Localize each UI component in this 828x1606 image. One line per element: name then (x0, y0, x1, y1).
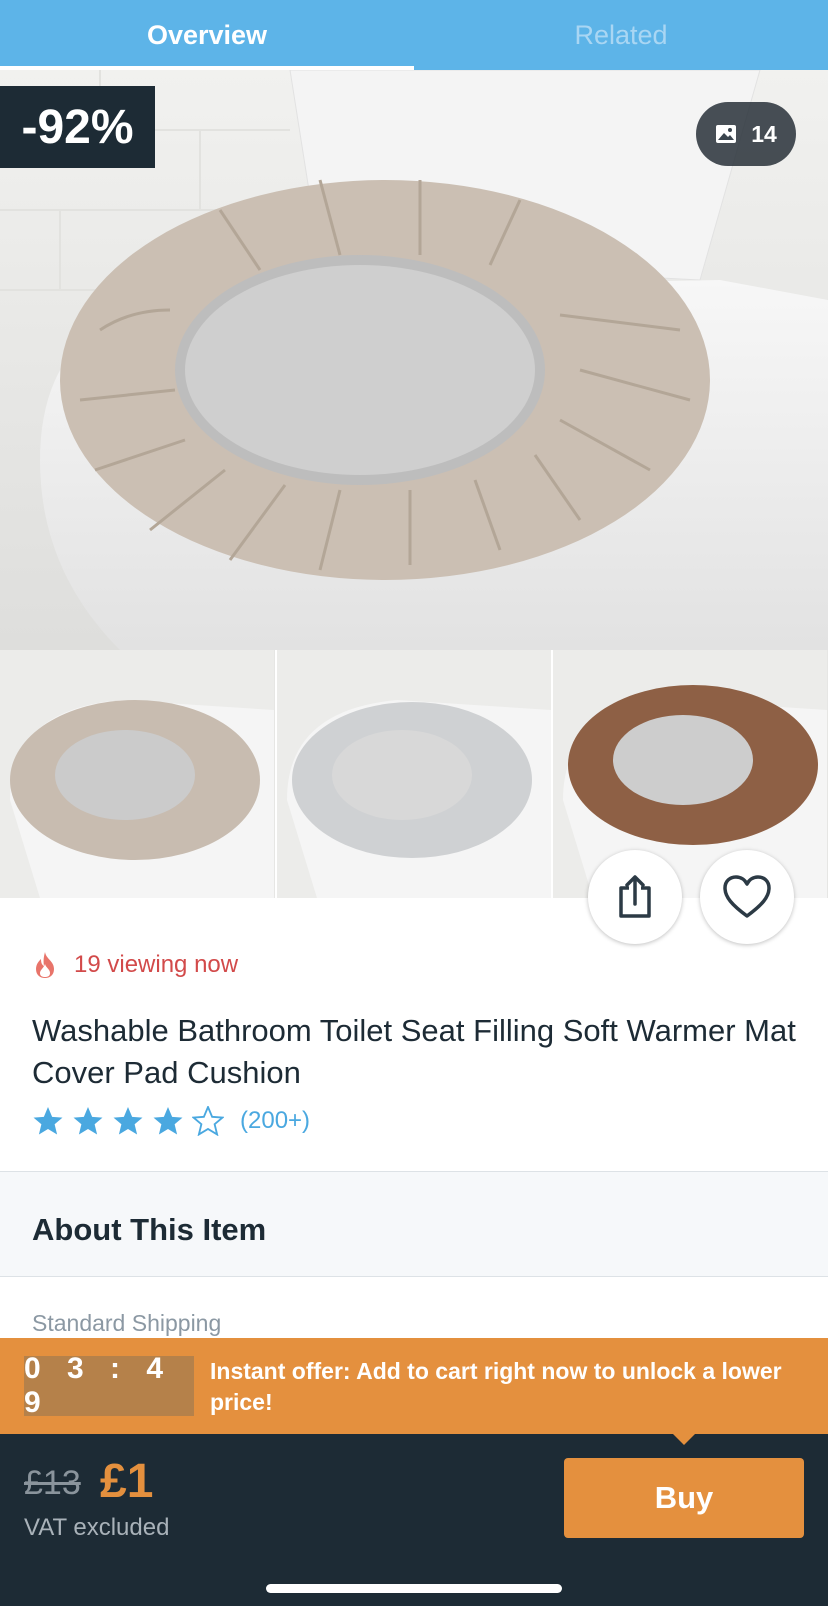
share-icon (619, 875, 651, 918)
thumbnail-grey[interactable] (276, 650, 552, 898)
fire-icon (36, 952, 54, 978)
sale-price: £1 (100, 1455, 154, 1508)
heart-icon (723, 875, 771, 918)
thumbnail-beige[interactable] (0, 650, 275, 898)
thumbnail-grey-image (276, 650, 551, 898)
rating-stars (32, 1106, 224, 1136)
photo-count-badge[interactable]: 14 (696, 102, 796, 166)
star-filled-icon (153, 1107, 183, 1135)
image-icon (716, 125, 737, 143)
photo-count-value: 14 (751, 120, 777, 147)
home-indicator[interactable] (266, 1584, 562, 1593)
tab-overview[interactable]: Overview (0, 0, 414, 70)
tab-related-label: Related (574, 19, 668, 50)
buy-button[interactable]: Buy (564, 1458, 804, 1538)
wishlist-button[interactable] (700, 850, 794, 944)
product-rating[interactable]: (200+) (32, 1106, 310, 1136)
standard-shipping-label: Standard Shipping (32, 1310, 222, 1336)
vat-note: VAT excluded (24, 1514, 170, 1541)
thumbnail-brown-image (553, 650, 828, 898)
tab-related[interactable]: Related (414, 0, 828, 70)
product-title: Washable Bathroom Toilet Seat Filling So… (32, 1013, 796, 1090)
share-button[interactable] (588, 850, 682, 944)
star-empty-icon (192, 1106, 224, 1136)
thumbnail-brown[interactable] (553, 650, 828, 898)
about-title: About This Item (32, 1212, 267, 1247)
tab-overview-label: Overview (146, 19, 268, 50)
star-filled-icon (113, 1107, 143, 1135)
thumbnail-beige-image (0, 650, 274, 898)
countdown-timer: 0 3 : 4 9 (24, 1352, 194, 1419)
section-divider (0, 1276, 828, 1277)
viewing-now-indicator: 19 viewing now (32, 950, 238, 980)
star-filled-icon (73, 1107, 103, 1135)
rating-count: (200+) (240, 1107, 311, 1134)
instant-offer-banner[interactable]: 0 3 : 4 9 Instant offer: Add to cart rig… (0, 1338, 828, 1434)
viewing-now-text: 19 viewing now (74, 951, 239, 978)
instant-offer-text: Instant offer: Add to cart right now to … (210, 1358, 782, 1415)
purchase-bar: £13 £1 VAT excluded Buy (0, 1433, 828, 1606)
discount-badge: -92% (0, 86, 155, 168)
offer-pointer (672, 1433, 696, 1445)
variant-thumbnails (0, 650, 828, 898)
original-price: £13 (24, 1464, 81, 1502)
star-filled-icon (33, 1107, 63, 1135)
top-tab-bar: Overview Related (0, 0, 828, 70)
